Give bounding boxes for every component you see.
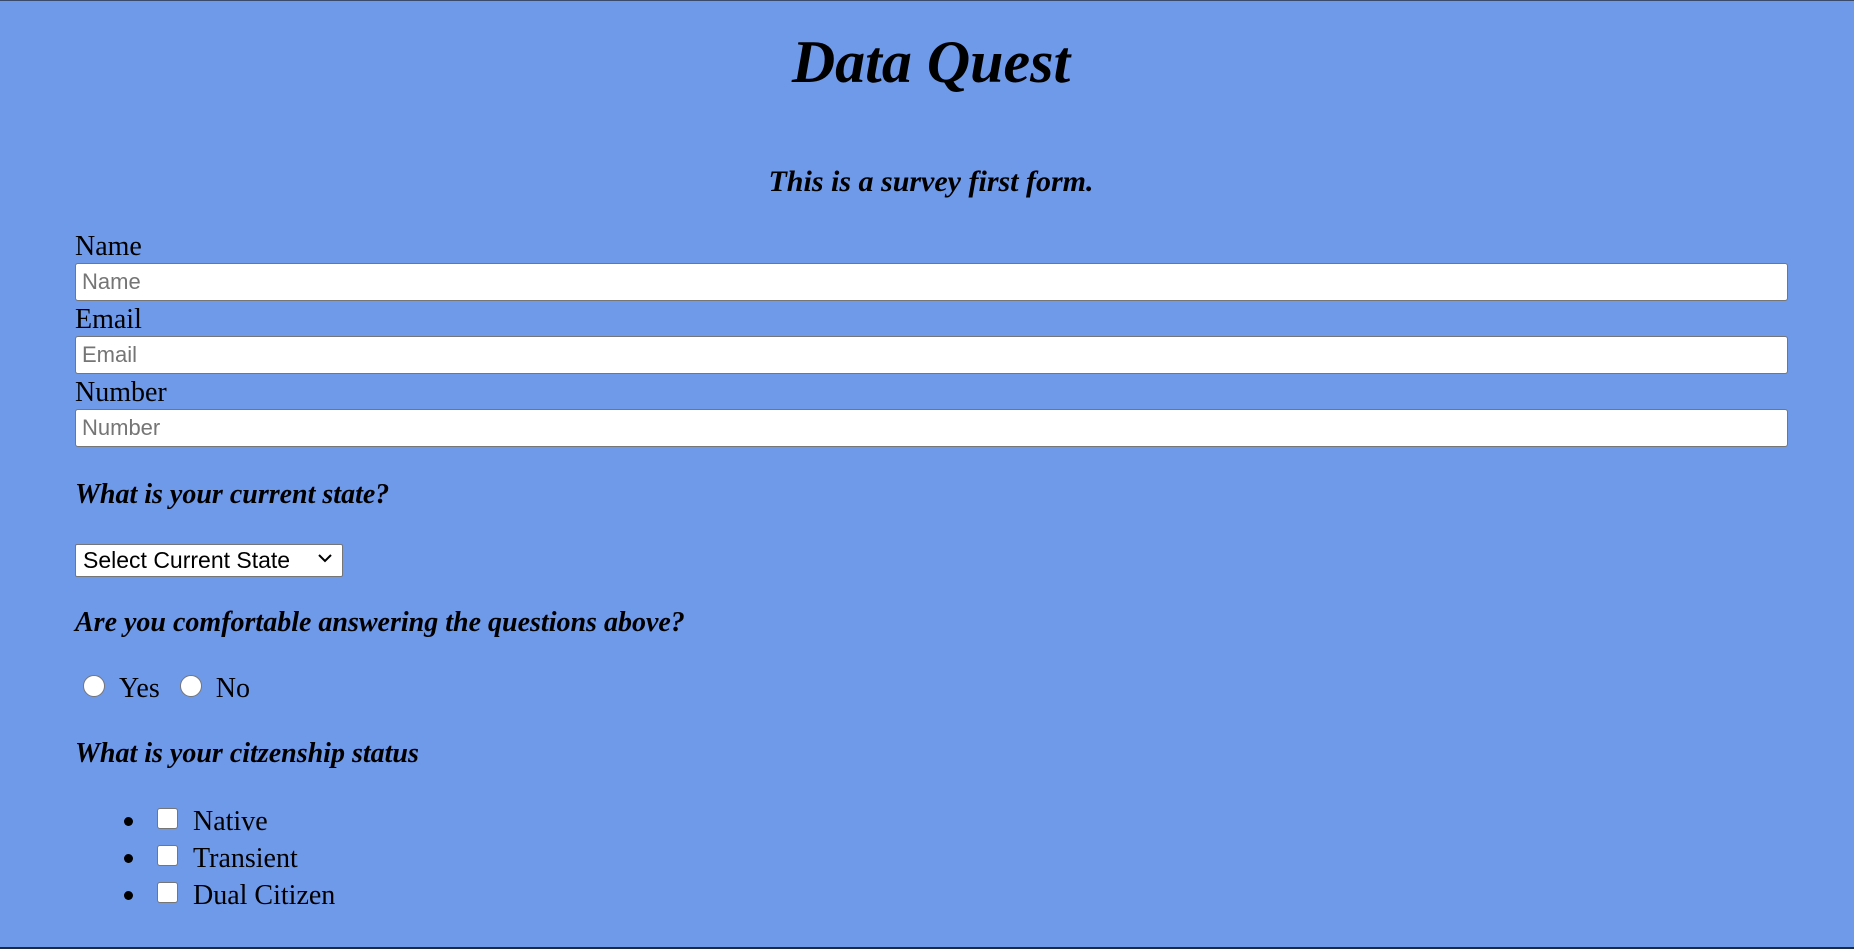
citizenship-question: What is your citzenship status — [75, 738, 419, 769]
comfort-radio-group: Yes No — [83, 672, 270, 706]
bullet-icon — [124, 817, 133, 826]
list-item: Native — [120, 803, 335, 840]
name-label: Name — [75, 231, 142, 262]
email-label: Email — [75, 304, 142, 335]
email-input[interactable] — [75, 336, 1788, 374]
state-question: What is your current state? — [75, 479, 390, 510]
checkbox-native[interactable] — [157, 808, 178, 829]
checkbox-dual-citizen[interactable] — [157, 882, 178, 903]
radio-no-label: No — [215, 673, 250, 704]
list-item: Dual Citizen — [120, 877, 335, 914]
bullet-icon — [124, 891, 133, 900]
radio-yes-label: Yes — [119, 673, 160, 704]
citizenship-options-list: Native Transient Dual Citizen — [120, 803, 335, 914]
checkbox-dual-citizen-label: Dual Citizen — [193, 879, 336, 911]
bullet-icon — [124, 854, 133, 863]
radio-no[interactable] — [179, 675, 202, 697]
list-item: Transient — [120, 840, 335, 877]
chevron-down-icon — [318, 554, 332, 563]
checkbox-native-label: Native — [193, 805, 268, 837]
number-label: Number — [75, 377, 167, 408]
number-input[interactable] — [75, 409, 1788, 447]
checkbox-transient-label: Transient — [193, 842, 298, 874]
state-select-value: Select Current State — [83, 547, 291, 573]
page-title: Data Quest — [791, 29, 1071, 95]
name-input[interactable] — [75, 263, 1788, 301]
page-subtitle: This is a survey first form. — [768, 165, 1094, 198]
radio-yes[interactable] — [83, 675, 105, 697]
checkbox-transient[interactable] — [157, 845, 178, 866]
comfort-question: Are you comfortable answering the questi… — [75, 607, 685, 638]
state-select[interactable]: Select Current State — [75, 544, 343, 577]
